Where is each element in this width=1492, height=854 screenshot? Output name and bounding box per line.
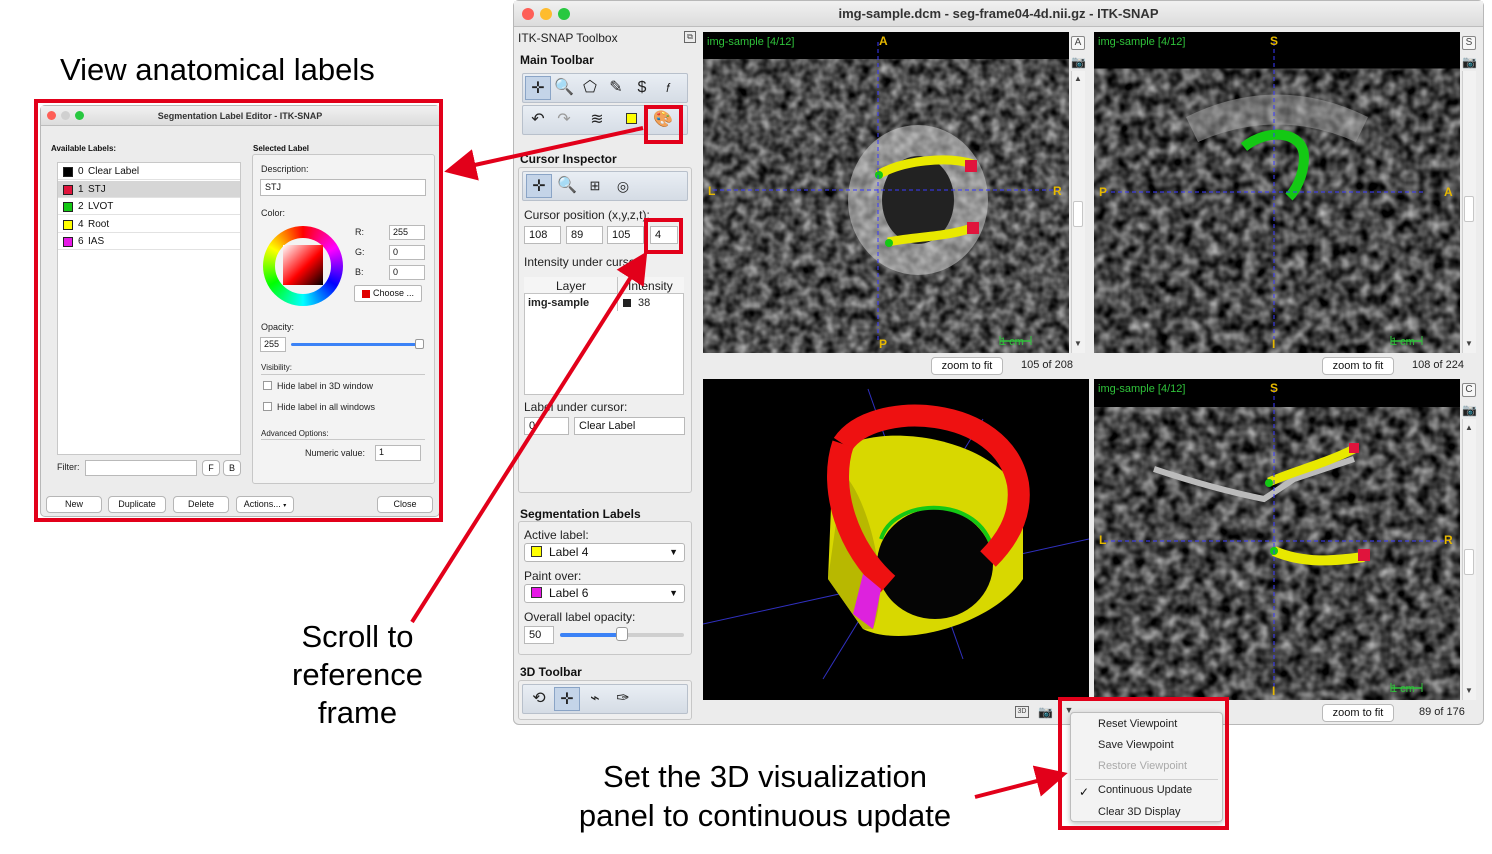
arrow-to-time-field <box>410 251 648 624</box>
arrow-to-3d-menu <box>974 765 1068 799</box>
annotation-arrows <box>410 126 1068 799</box>
arrow-to-label-editor <box>444 126 644 181</box>
